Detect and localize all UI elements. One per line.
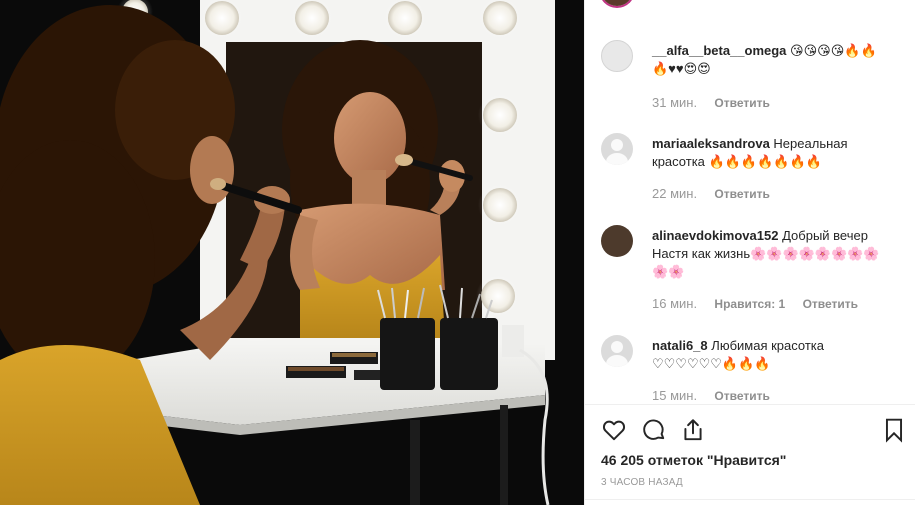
comment-body: mariaaleksandrova Нереальная красотка 🔥🔥… <box>652 135 887 171</box>
comment-meta: 15 мин. Ответить <box>652 388 784 403</box>
comment-meta: 22 мин. Ответить <box>652 186 784 201</box>
reply-button[interactable]: Ответить <box>714 389 769 403</box>
comment-meta: 31 мин. Ответить <box>652 95 784 110</box>
post-actions: 46 205 отметок "Нравится" 3 ЧАСОВ НАЗАД <box>585 404 915 505</box>
commenter-avatar[interactable] <box>601 40 633 72</box>
reply-button[interactable]: Ответить <box>803 297 858 311</box>
divider <box>585 499 915 500</box>
comment-time[interactable]: 16 мин. <box>652 296 697 311</box>
comment-likes-count[interactable]: Нравится: 1 <box>714 297 785 311</box>
comment-username[interactable]: mariaaleksandrova <box>652 136 770 151</box>
comment-time[interactable]: 22 мин. <box>652 186 697 201</box>
reply-button[interactable]: Ответить <box>714 187 769 201</box>
commenter-avatar[interactable] <box>601 225 633 257</box>
post-timestamp[interactable]: 3 ЧАСОВ НАЗАД <box>601 477 683 488</box>
speech-bubble-icon[interactable] <box>641 417 667 443</box>
comment-username[interactable]: __alfa__beta__omega <box>652 43 786 58</box>
commenter-avatar[interactable] <box>601 133 633 165</box>
comment-username[interactable]: natali6_8 <box>652 338 708 353</box>
commenter-avatar[interactable] <box>601 335 633 367</box>
heart-outline-icon[interactable] <box>601 417 627 443</box>
comment-time[interactable]: 31 мин. <box>652 95 697 110</box>
reply-button[interactable]: Ответить <box>714 96 769 110</box>
likes-count[interactable]: 46 205 отметок "Нравится" <box>601 452 786 468</box>
comment-time[interactable]: 15 мин. <box>652 388 697 403</box>
comments-panel: __alfa__beta__omega 😘😘😘😘🔥🔥🔥♥♥😍😍 31 мин. … <box>584 0 915 505</box>
post-photo[interactable] <box>0 0 584 505</box>
share-upload-icon[interactable] <box>680 417 706 443</box>
comment-body: natali6_8 Любимая красотка ♡♡♡♡♡♡🔥🔥🔥 <box>652 337 887 373</box>
post-photo-illustration <box>0 0 584 505</box>
comment-meta: 16 мин. Нравится: 1 Ответить <box>652 296 872 311</box>
comment-body: alinaevdokimova152 Добрый вечер Настя ка… <box>652 227 887 281</box>
bookmark-icon[interactable] <box>881 417 907 443</box>
comment-body: __alfa__beta__omega 😘😘😘😘🔥🔥🔥♥♥😍😍 <box>652 42 887 78</box>
comments-list: __alfa__beta__omega 😘😘😘😘🔥🔥🔥♥♥😍😍 31 мин. … <box>585 0 915 404</box>
comment-username[interactable]: alinaevdokimova152 <box>652 228 778 243</box>
